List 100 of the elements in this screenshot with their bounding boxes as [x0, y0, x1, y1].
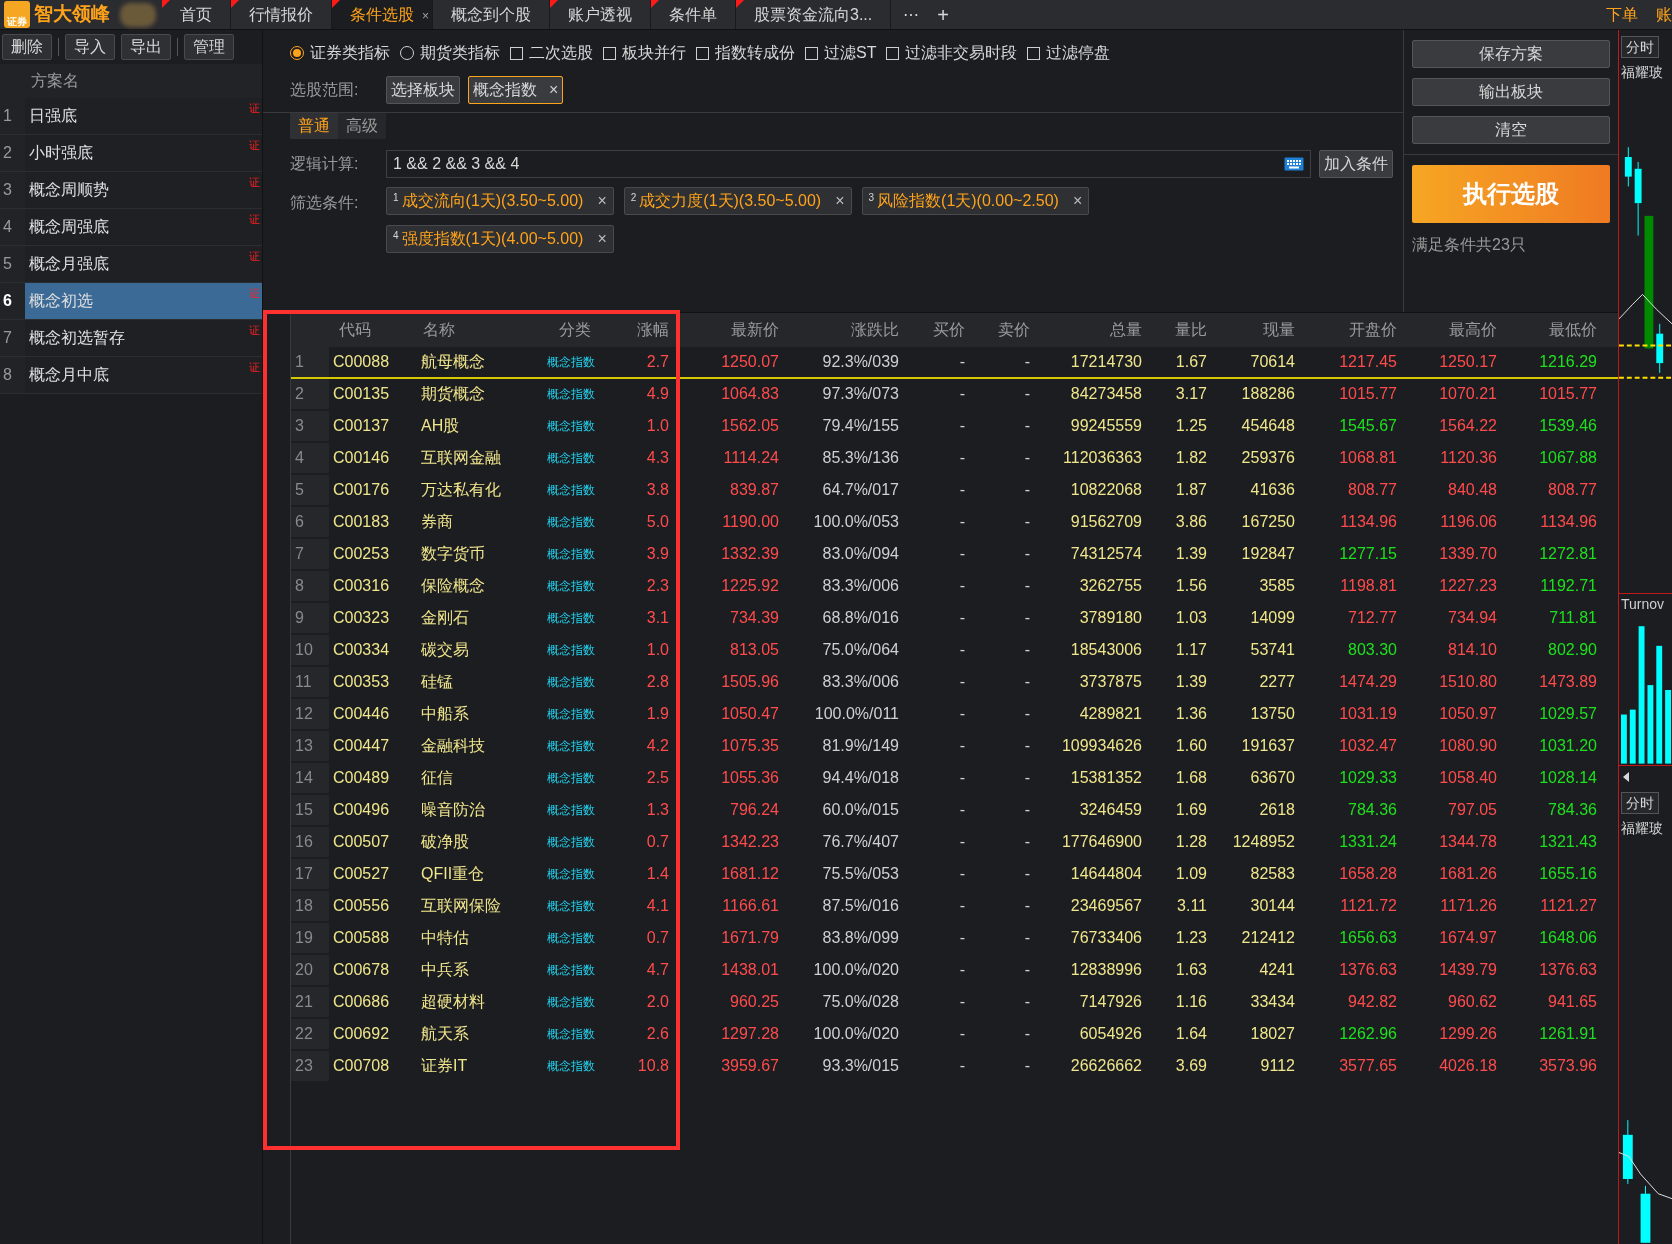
table-cell-text: 概念指数: [546, 610, 596, 627]
logic-input[interactable]: 1 && 2 && 3 && 4: [386, 150, 1311, 178]
table-cell-text: 证券IT: [420, 1056, 469, 1076]
table-row[interactable]: 22 C00692 航天系 概念指数 2.6 1297.28 100.0%/020 - - 6054926 1.64 18027 1262.96 1299.26 1261.91: [291, 1019, 1618, 1051]
table-row[interactable]: 13 C00447 金融科技 概念指数 4.2 1075.35 81.9%/149 - - 109934626 1.60 191637 1032.47 1080.90 1031.20: [291, 731, 1618, 763]
checkbox[interactable]: [886, 46, 900, 60]
table-cell-text: 3246459: [1078, 800, 1143, 820]
remove-icon[interactable]: ×: [597, 189, 607, 213]
table-row[interactable]: 11 C00353 硅锰 概念指数 2.8 1505.96 83.3%/006 - - 3737875 1.39 2277 1474.29 1510.80 1473.89: [291, 667, 1618, 699]
table-row[interactable]: 9 C00323 金刚石 概念指数 3.1 734.39 68.8%/016 - - 3789180 1.03 14099 712.77 734.94 711.81: [291, 603, 1618, 635]
option-label: 二次选股: [529, 43, 593, 63]
table-row[interactable]: 21 C00686 超硬材料 概念指数 2.0 960.25 75.0%/028 - - 7147926 1.16 33434 942.82 960.62 941.65: [291, 987, 1618, 1019]
action-button[interactable]: 清空: [1412, 116, 1610, 144]
table-cell-text: 41636: [1249, 480, 1296, 500]
table-row[interactable]: 20 C00678 中兵系 概念指数 4.7 1438.01 100.0%/020 - - 12838996 1.63 4241 1376.63 1439.79 1376.63: [291, 955, 1618, 987]
table-cell-text: 3262755: [1078, 576, 1143, 596]
table-cell-text: 1015.77: [1338, 384, 1398, 404]
checkbox[interactable]: [1027, 46, 1041, 60]
table-row[interactable]: 16 C00507 破净股 概念指数 0.7 1342.23 76.7%/407 - - 177646900 1.28 1248952 1331.24 1344.78 1321.43: [291, 827, 1618, 859]
candle: [1624, 146, 1632, 187]
table-row[interactable]: 6 C00183 券商 概念指数 5.0 1190.00 100.0%/053 - - 91562709 3.86 167250 1134.96 1196.06 1134.96: [291, 507, 1618, 539]
toolbar-button[interactable]: 导出: [121, 34, 171, 60]
table-cell-text: 3959.67: [720, 1056, 780, 1076]
table-row[interactable]: 2 C00135 期货概念 概念指数 4.9 1064.83 97.3%/073 - - 84273458 3.17 188286 1015.77 1070.21 1015.77: [291, 379, 1618, 411]
checkbox[interactable]: [603, 46, 616, 60]
price-level-line: [1619, 344, 1672, 347]
checkbox[interactable]: [510, 46, 523, 60]
remove-icon[interactable]: ×: [835, 189, 845, 213]
table-cell-text: 概念指数: [546, 738, 596, 755]
checkbox[interactable]: [805, 46, 818, 60]
table-row[interactable]: 23 C00708 证券IT 概念指数 10.8 3959.67 93.3%/015 - - 26626662 3.69 9112 3577.65 4026.18 3573.96: [291, 1051, 1618, 1083]
table-cell-text: 1344.78: [1438, 832, 1498, 852]
toolbar-button[interactable]: 导入: [65, 34, 115, 60]
table-row[interactable]: 7 C00253 数字货币 概念指数 3.9 1332.39 83.0%/094 - - 74312574 1.39 192847 1277.15 1339.70 1272.81: [291, 539, 1618, 571]
toolbar-button[interactable]: 管理: [184, 34, 234, 60]
mode-tab[interactable]: 普通: [290, 113, 338, 139]
table-row[interactable]: 3 C00137 AH股 概念指数 1.0 1562.05 79.4%/155 - - 99245559 1.25 454648 1545.67 1564.22 1539.46: [291, 411, 1618, 443]
select-board-button[interactable]: 选择板块: [386, 76, 460, 104]
table-cell-text: 10.8: [636, 1056, 670, 1076]
table-cell-text: 1225.92: [720, 576, 780, 596]
table-cell-text: 概念指数: [546, 1026, 596, 1043]
remove-icon[interactable]: ×: [597, 227, 607, 251]
scheme-item[interactable]: 3 概念周顺势 证: [0, 172, 262, 209]
table-cell-text: 中特估: [420, 928, 470, 948]
table-cell-text: -: [1023, 1056, 1031, 1076]
table-cell-text: -: [958, 608, 966, 628]
toolbar-button[interactable]: 删除: [2, 34, 52, 60]
table-cell-text: 4.2: [645, 736, 670, 756]
column-header: 涨跌比: [850, 320, 900, 340]
table-row[interactable]: 19 C00588 中特估 概念指数 0.7 1671.79 83.8%/099 - - 76733406 1.23 212412 1656.63 1674.97 1648.06: [291, 923, 1618, 955]
table-row[interactable]: 10 C00334 碳交易 概念指数 1.0 813.05 75.0%/064 - - 18543006 1.17 53741 803.30 814.10 802.90: [291, 635, 1618, 667]
table-row[interactable]: 15 C00496 噪音防治 概念指数 1.3 796.24 60.0%/015 - - 3246459 1.69 2618 784.36 797.05 784.36: [291, 795, 1618, 827]
table-row[interactable]: 18 C00556 互联网保险 概念指数 4.1 1166.61 87.5%/016 - - 23469567 3.11 30144 1121.72 1171.26 1121.27: [291, 891, 1618, 923]
scroll-left-icon[interactable]: [1623, 772, 1629, 782]
table-cell-text: 167250: [1240, 512, 1296, 532]
table-row[interactable]: 17 C00527 QFII重仓 概念指数 1.4 1681.12 75.5%/053 - - 14644804 1.09 82583 1658.28 1681.26 1655.16: [291, 859, 1618, 891]
timeshare-button[interactable]: 分时: [1621, 792, 1659, 814]
table-cell-text: 1248952: [1231, 832, 1296, 852]
keyboard-icon[interactable]: [1284, 157, 1304, 171]
more-tabs-button[interactable]: ⋯: [891, 0, 932, 29]
table-row[interactable]: 12 C00446 中船系 概念指数 1.9 1050.47 100.0%/011 - - 4289821 1.36 13750 1031.19 1050.97 1029.57: [291, 699, 1618, 731]
table-cell-text: C00316: [332, 576, 391, 596]
table-row[interactable]: 5 C00176 万达私有化 概念指数 3.8 839.87 64.7%/017 - - 10822068 1.87 41636 808.77 840.48 808.77: [291, 475, 1618, 507]
scheme-item[interactable]: 4 概念周强底 证: [0, 209, 262, 246]
table-cell-text: 1.4: [645, 864, 670, 884]
table-cell-text: 92.3%/039: [821, 352, 900, 372]
add-tab-button[interactable]: +: [931, 0, 955, 29]
table-row[interactable]: 1 C00088 航母概念 概念指数 2.7 1250.07 92.3%/039 - - 17214730 1.67 70614 1217.45 1250.17 1216.29: [291, 347, 1618, 379]
table-cell-text: 1.56: [1174, 576, 1208, 596]
remove-icon[interactable]: ×: [1072, 189, 1083, 213]
checkbox[interactable]: [696, 46, 709, 60]
table-cell-text: 14099: [1249, 608, 1296, 628]
table-cell-text: 91562709: [1069, 512, 1143, 532]
candle: [1622, 1119, 1633, 1185]
close-icon[interactable]: ×: [422, 7, 429, 25]
scheme-item[interactable]: 8 概念月中底 证: [0, 357, 262, 394]
scheme-item[interactable]: 7 概念初选暂存 证: [0, 320, 262, 357]
mode-tab[interactable]: 高级: [338, 113, 386, 139]
add-condition-button[interactable]: 加入条件: [1319, 150, 1393, 178]
row-number: 12: [291, 699, 329, 729]
table-row[interactable]: 8 C00316 保险概念 概念指数 2.3 1225.92 83.3%/006 - - 3262755 1.56 3585 1198.81 1227.23 1192.71: [291, 571, 1618, 603]
action-button[interactable]: 保存方案: [1412, 40, 1610, 68]
price-level-line: [1619, 376, 1672, 379]
remove-icon[interactable]: ×: [549, 78, 559, 102]
table-cell-text: 1250.17: [1438, 352, 1498, 372]
table-cell-text: 3573.96: [1538, 1056, 1598, 1076]
timeshare-button[interactable]: 分时: [1621, 36, 1659, 58]
table-cell-text: -: [1023, 992, 1031, 1012]
scheme-item[interactable]: 5 概念月强底 证: [0, 246, 262, 283]
table-row[interactable]: 14 C00489 征信 概念指数 2.5 1055.36 94.4%/018 - - 15381352 1.68 63670 1029.33 1058.40 1028.14: [291, 763, 1618, 795]
table-cell-text: C00446: [332, 704, 391, 724]
header-link[interactable]: 账: [1656, 2, 1672, 27]
scheme-item[interactable]: 1 日强底 证: [0, 98, 262, 135]
header-link[interactable]: 下单: [1606, 2, 1638, 27]
scheme-item[interactable]: 2 小时强底 证: [0, 135, 262, 172]
table-cell-text: -: [958, 480, 966, 500]
table-cell-text: 金刚石: [420, 608, 470, 628]
scheme-item[interactable]: 6 概念初选 证: [0, 283, 262, 320]
table-row[interactable]: 4 C00146 互联网金融 概念指数 4.3 1114.24 85.3%/136 - - 112036363 1.82 259376 1068.81 1120.36 1067.88: [291, 443, 1618, 475]
action-button[interactable]: 输出板块: [1412, 78, 1610, 106]
